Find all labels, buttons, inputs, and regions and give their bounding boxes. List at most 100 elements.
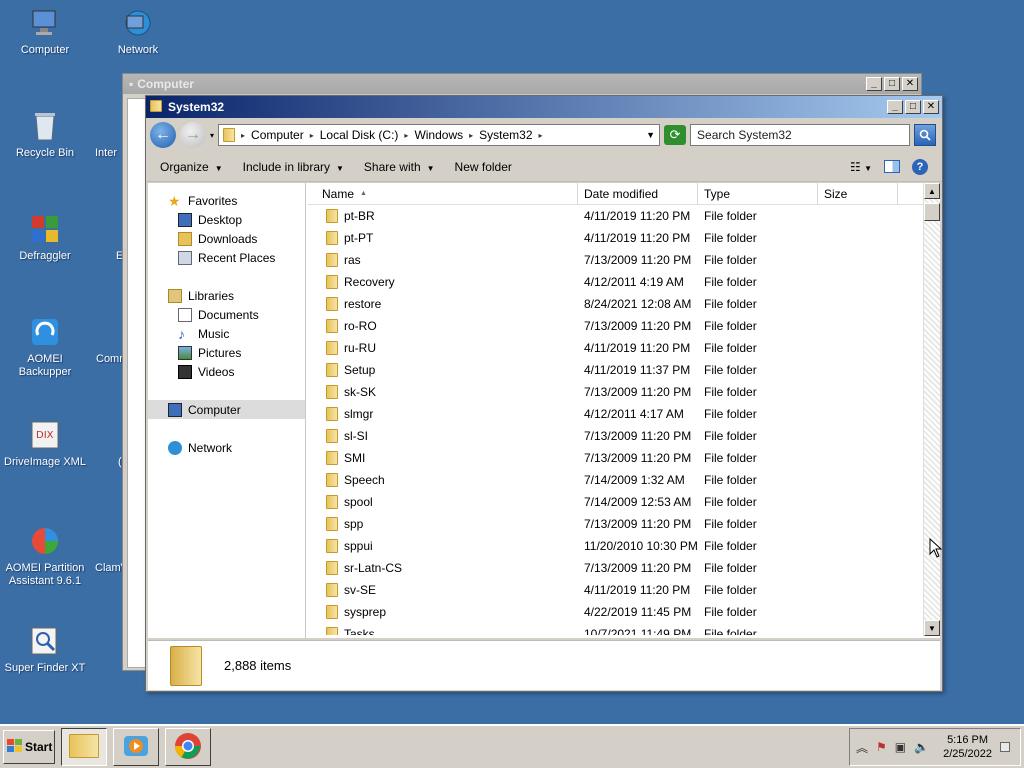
file-row[interactable]: ru-RU 4/11/2019 11:20 PM File folder bbox=[306, 337, 940, 359]
desktop-icon-aomei-backupper[interactable]: AOMEI Backupper bbox=[0, 315, 90, 379]
file-name-cell[interactable]: sppui bbox=[306, 539, 578, 553]
column-header-type[interactable]: Type bbox=[698, 182, 818, 205]
file-name-cell[interactable]: Tasks bbox=[306, 627, 578, 635]
nav-pictures[interactable]: Pictures bbox=[148, 343, 305, 362]
file-row[interactable]: sl-SI 7/13/2009 11:20 PM File folder bbox=[306, 425, 940, 447]
desktop-icon-network[interactable]: Network bbox=[93, 6, 183, 57]
search-input[interactable]: Search System32 bbox=[690, 124, 911, 146]
desktop-icon-computer[interactable]: Computer bbox=[0, 6, 90, 57]
file-row[interactable]: Speech 7/14/2009 1:32 AM File folder bbox=[306, 469, 940, 491]
file-row[interactable]: ro-RO 7/13/2009 11:20 PM File folder bbox=[306, 315, 940, 337]
file-name-cell[interactable]: ru-RU bbox=[306, 341, 578, 355]
nav-favorites[interactable]: ★ Favorites bbox=[148, 191, 305, 210]
file-name-cell[interactable]: slmgr bbox=[306, 407, 578, 421]
nav-documents[interactable]: Documents bbox=[148, 305, 305, 324]
desktop-icon-defraggler[interactable]: Defraggler bbox=[0, 212, 90, 263]
nav-network[interactable]: Network bbox=[148, 438, 305, 457]
file-row[interactable]: sv-SE 4/11/2019 11:20 PM File folder bbox=[306, 579, 940, 601]
chevron-right-icon[interactable]: ▸ bbox=[241, 131, 245, 140]
address-dropdown-icon[interactable]: ▼ bbox=[646, 130, 655, 140]
file-row[interactable]: Tasks 10/7/2021 11:49 PM File folder bbox=[306, 623, 940, 635]
desktop-icon-super-finder[interactable]: Super Finder XT bbox=[0, 624, 90, 675]
file-row[interactable]: restore 8/24/2021 12:08 AM File folder bbox=[306, 293, 940, 315]
file-row[interactable]: ras 7/13/2009 11:20 PM File folder bbox=[306, 249, 940, 271]
show-desktop-button[interactable] bbox=[1000, 742, 1011, 752]
file-row[interactable]: slmgr 4/12/2011 4:17 AM File folder bbox=[306, 403, 940, 425]
chevron-right-icon[interactable]: ▸ bbox=[404, 131, 408, 140]
clock[interactable]: 5:16 PM 2/25/2022 bbox=[943, 733, 992, 761]
desktop-icon-recycle-bin[interactable]: Recycle Bin bbox=[0, 109, 90, 160]
chevron-right-icon[interactable]: ▸ bbox=[469, 131, 473, 140]
file-row[interactable]: pt-BR 4/11/2019 11:20 PM File folder bbox=[306, 205, 940, 227]
scroll-thumb[interactable] bbox=[924, 203, 940, 221]
minimize-button[interactable]: _ bbox=[887, 100, 903, 114]
desktop-icon-comm[interactable]: Comm bbox=[96, 315, 124, 366]
refresh-button[interactable]: ⟳ bbox=[664, 125, 687, 145]
minimize-button[interactable]: _ bbox=[866, 77, 882, 91]
nav-recent-places[interactable]: Recent Places bbox=[148, 248, 305, 267]
file-name-cell[interactable]: SMI bbox=[306, 451, 578, 465]
breadcrumb-computer[interactable]: Computer bbox=[251, 128, 304, 142]
file-row[interactable]: pt-PT 4/11/2019 11:20 PM File folder bbox=[306, 227, 940, 249]
column-header-name[interactable]: Name ▲ bbox=[308, 182, 578, 205]
file-name-cell[interactable]: sk-SK bbox=[306, 385, 578, 399]
file-name-cell[interactable]: ras bbox=[306, 253, 578, 267]
chevron-right-icon[interactable]: ▸ bbox=[539, 131, 543, 140]
file-row[interactable]: sppui 11/20/2010 10:30 PM File folder bbox=[306, 535, 940, 557]
explorer-window[interactable]: System32 _ □ ✕ ← → ▾ ▸ Computer ▸ Local … bbox=[145, 95, 943, 692]
file-name-cell[interactable]: restore bbox=[306, 297, 578, 311]
file-name-cell[interactable]: sv-SE bbox=[306, 583, 578, 597]
file-name-cell[interactable]: sr-Latn-CS bbox=[306, 561, 578, 575]
forward-button[interactable]: → bbox=[180, 122, 206, 148]
breadcrumb-local-disk[interactable]: Local Disk (C:) bbox=[320, 128, 399, 142]
file-row[interactable]: sr-Latn-CS 7/13/2009 11:20 PM File folder bbox=[306, 557, 940, 579]
file-name-cell[interactable]: sysprep bbox=[306, 605, 578, 619]
nav-computer[interactable]: Computer bbox=[148, 400, 305, 419]
file-row[interactable]: Setup 4/11/2019 11:37 PM File folder bbox=[306, 359, 940, 381]
file-name-cell[interactable]: pt-PT bbox=[306, 231, 578, 245]
share-with-menu[interactable]: Share with ▼ bbox=[364, 160, 435, 174]
file-name-cell[interactable]: sl-SI bbox=[306, 429, 578, 443]
computer-window-titlebar[interactable]: ▪ Computer _ □ ✕ bbox=[123, 74, 921, 94]
vertical-scrollbar[interactable]: ▲ ▼ bbox=[923, 183, 940, 636]
action-center-flag-icon[interactable]: ⚑ bbox=[876, 740, 887, 754]
network-tray-icon[interactable]: ▣ bbox=[895, 740, 906, 754]
desktop-icon-internet[interactable]: Inter bbox=[95, 109, 123, 160]
desktop-icon-clamv[interactable]: ClamV bbox=[95, 524, 124, 575]
nav-videos[interactable]: Videos bbox=[148, 362, 305, 381]
file-row[interactable]: sysprep 4/22/2019 11:45 PM File folder bbox=[306, 601, 940, 623]
breadcrumb-windows[interactable]: Windows bbox=[414, 128, 463, 142]
new-folder-button[interactable]: New folder bbox=[455, 160, 512, 174]
address-bar[interactable]: ▸ Computer ▸ Local Disk (C:) ▸ Windows ▸… bbox=[218, 124, 661, 146]
file-name-cell[interactable]: Speech bbox=[306, 473, 578, 487]
file-name-cell[interactable]: pt-BR bbox=[306, 209, 578, 223]
file-row[interactable]: spp 7/13/2009 11:20 PM File folder bbox=[306, 513, 940, 535]
window-titlebar[interactable]: System32 _ □ ✕ bbox=[146, 96, 942, 118]
file-name-cell[interactable]: Recovery bbox=[306, 275, 578, 289]
taskbar-chrome[interactable] bbox=[165, 728, 211, 766]
volume-icon[interactable]: 🔈 bbox=[914, 740, 929, 754]
show-hidden-icons[interactable]: ︽ bbox=[856, 739, 868, 756]
file-row[interactable]: spool 7/14/2009 12:53 AM File folder bbox=[306, 491, 940, 513]
preview-pane-icon[interactable] bbox=[884, 160, 900, 173]
nav-desktop[interactable]: Desktop bbox=[148, 210, 305, 229]
file-row[interactable]: sk-SK 7/13/2009 11:20 PM File folder bbox=[306, 381, 940, 403]
search-icon[interactable] bbox=[914, 124, 937, 146]
recent-pages-dropdown[interactable]: ▾ bbox=[210, 131, 214, 140]
file-name-cell[interactable]: ro-RO bbox=[306, 319, 578, 333]
chevron-right-icon[interactable]: ▸ bbox=[310, 131, 314, 140]
scroll-down-button[interactable]: ▼ bbox=[924, 620, 940, 636]
view-options-icon[interactable]: ☷ ▼ bbox=[850, 160, 872, 174]
close-button[interactable]: ✕ bbox=[902, 77, 918, 91]
taskbar-explorer[interactable] bbox=[61, 728, 107, 766]
scroll-up-button[interactable]: ▲ bbox=[924, 183, 940, 199]
column-header-size[interactable]: Size bbox=[818, 182, 898, 205]
file-row[interactable]: SMI 7/13/2009 11:20 PM File folder bbox=[306, 447, 940, 469]
nav-music[interactable]: ♪ Music bbox=[148, 324, 305, 343]
organize-menu[interactable]: Organize ▼ bbox=[160, 160, 223, 174]
include-in-library-menu[interactable]: Include in library ▼ bbox=[243, 160, 344, 174]
close-button[interactable]: ✕ bbox=[923, 100, 939, 114]
maximize-button[interactable]: □ bbox=[884, 77, 900, 91]
help-icon[interactable]: ? bbox=[912, 158, 928, 175]
file-name-cell[interactable]: spool bbox=[306, 495, 578, 509]
